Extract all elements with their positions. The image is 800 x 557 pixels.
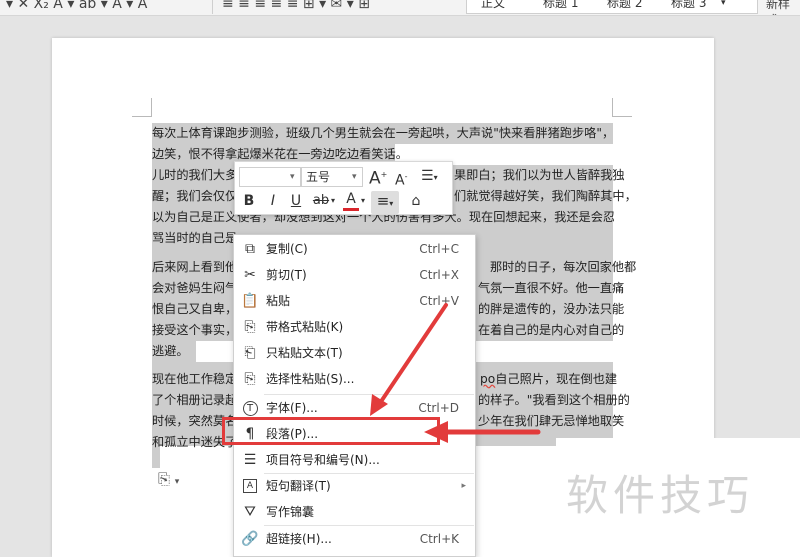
- annotation-arrow-diagonal: [376, 303, 448, 408]
- annotation-arrowhead: [424, 421, 448, 443]
- watermark-text: 软件技巧: [566, 471, 755, 520]
